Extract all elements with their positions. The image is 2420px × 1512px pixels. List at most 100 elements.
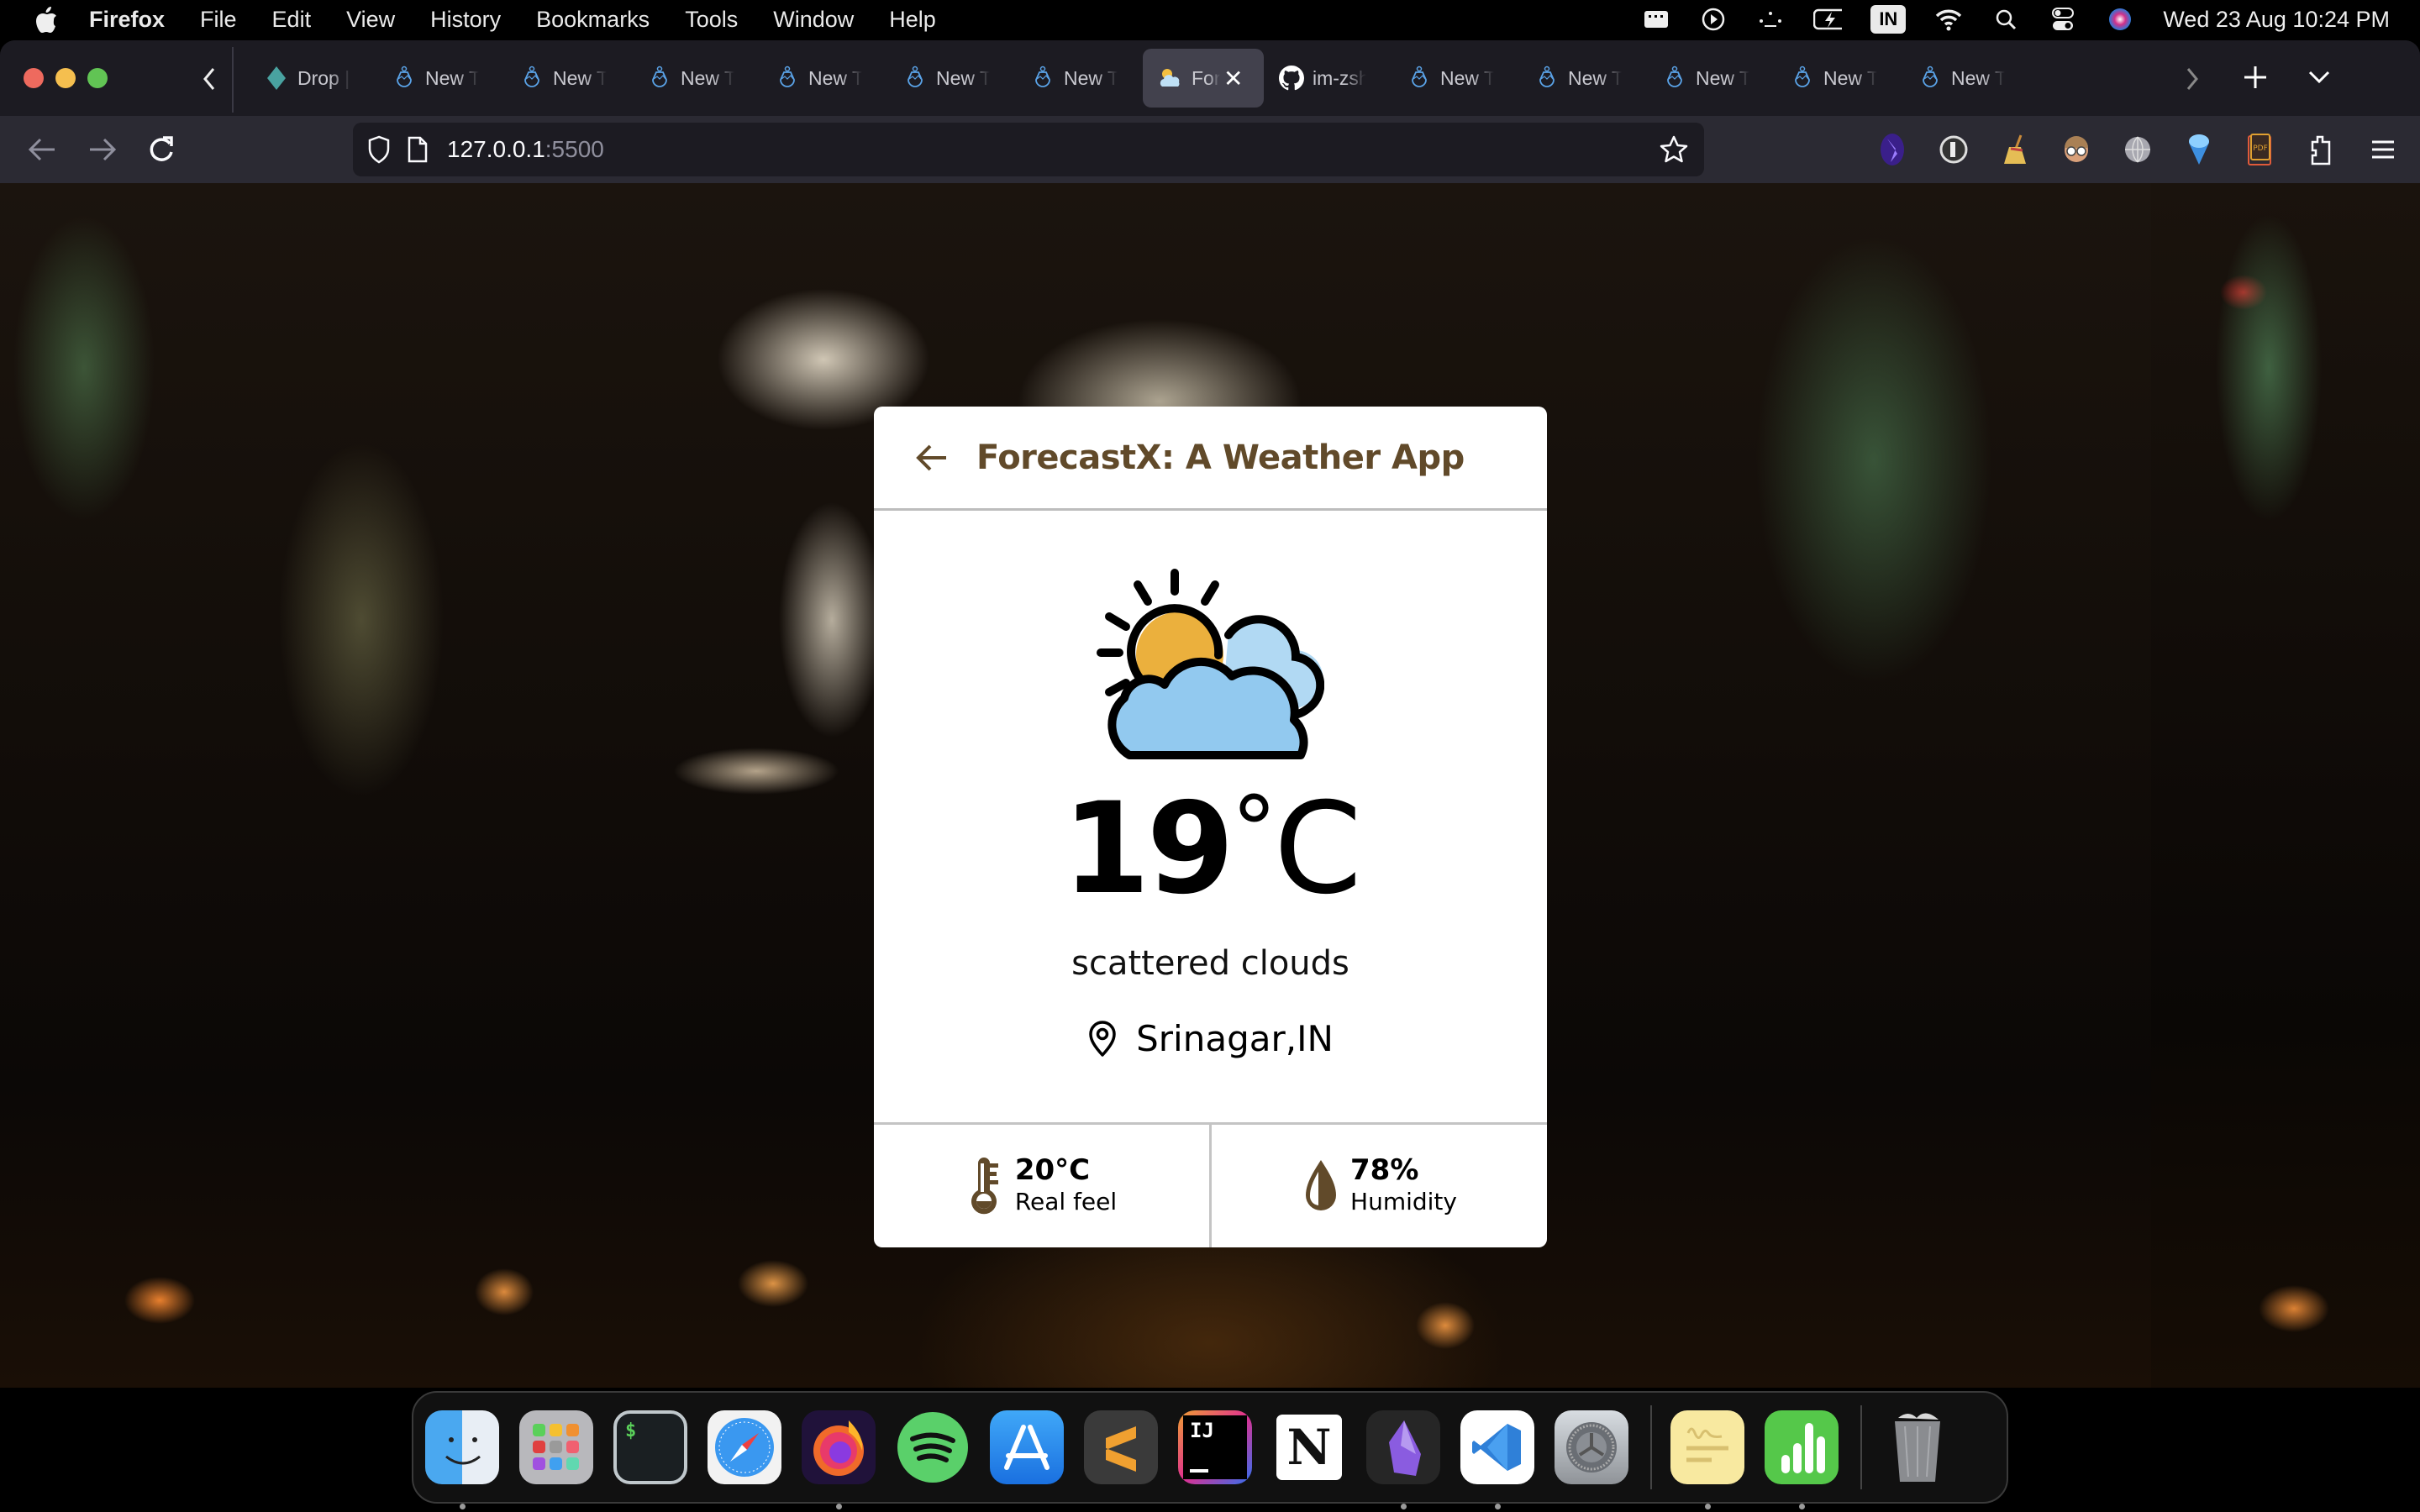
dock-firefox[interactable] bbox=[802, 1410, 876, 1509]
tab[interactable]: New Tab bbox=[1015, 49, 1143, 108]
finder-face-icon bbox=[445, 1437, 481, 1465]
back-arrow-button[interactable] bbox=[914, 440, 950, 475]
tab[interactable]: New Tab bbox=[887, 49, 1015, 108]
menu-file[interactable]: File bbox=[200, 7, 237, 33]
reload-button[interactable] bbox=[143, 131, 180, 168]
menu-window[interactable]: Window bbox=[773, 7, 854, 33]
dock-obsidian[interactable] bbox=[1366, 1410, 1440, 1509]
humidity-stat: 78% Humidity bbox=[1209, 1125, 1547, 1247]
tab[interactable]: New Tab bbox=[1775, 49, 1902, 108]
tab[interactable]: New Tab bbox=[504, 49, 632, 108]
close-tab-icon[interactable]: ✕ bbox=[1223, 65, 1243, 92]
window-controls bbox=[24, 68, 108, 88]
tab[interactable]: Drop | bbox=[249, 49, 376, 108]
weather-description: scattered clouds bbox=[1071, 944, 1349, 983]
dock-stickies[interactable] bbox=[1670, 1410, 1744, 1509]
tab-active-forecastx[interactable]: ForecastX ✕ bbox=[1143, 49, 1264, 108]
new-tab-icon bbox=[392, 66, 417, 91]
firefox-window: Drop | New Tab New Tab New Tab New Tab N… bbox=[0, 40, 2420, 1388]
spotlight-search-icon[interactable] bbox=[1991, 5, 2020, 34]
new-tab-icon bbox=[519, 66, 544, 91]
tab[interactable]: New Tab bbox=[1519, 49, 1647, 108]
dock-numbers[interactable] bbox=[1765, 1410, 1839, 1509]
face-glasses-ext-icon[interactable] bbox=[2060, 129, 2093, 170]
menu-edit[interactable]: Edit bbox=[272, 7, 312, 33]
dropbox-diamond-icon bbox=[264, 66, 289, 91]
dock-notion[interactable]: N bbox=[1272, 1410, 1346, 1484]
dock-terminal[interactable]: $ bbox=[613, 1410, 687, 1484]
hamburger-menu-icon[interactable] bbox=[2366, 129, 2400, 170]
url-bar[interactable]: 127.0.0.1:5500 bbox=[353, 123, 1704, 176]
list-all-tabs-button[interactable] bbox=[2302, 60, 2336, 94]
menu-help[interactable]: Help bbox=[889, 7, 936, 33]
input-source-icon[interactable]: IN bbox=[1870, 5, 1907, 34]
card-header: ForecastX: A Weather App bbox=[874, 407, 1547, 511]
dock-finder[interactable] bbox=[425, 1410, 499, 1509]
dock-vscode[interactable] bbox=[1460, 1410, 1534, 1509]
github-icon bbox=[1279, 66, 1304, 91]
bookmark-star-icon[interactable] bbox=[1659, 134, 1689, 165]
control-center-icon[interactable] bbox=[2049, 5, 2077, 34]
wifi-icon[interactable] bbox=[1934, 5, 1963, 34]
tab[interactable]: im-zsh bbox=[1264, 49, 1392, 108]
menu-bookmarks[interactable]: Bookmarks bbox=[536, 7, 650, 33]
tab-title: ForecastX bbox=[1192, 66, 1220, 89]
play-circle-icon[interactable] bbox=[1699, 5, 1728, 34]
page-info-icon[interactable] bbox=[405, 134, 430, 165]
tab-scroll-right-button[interactable] bbox=[2178, 62, 2207, 96]
back-button[interactable] bbox=[24, 131, 60, 168]
tab-title: New Tab bbox=[1568, 66, 1622, 89]
globe-ext-icon[interactable] bbox=[2121, 129, 2154, 170]
dots-icon[interactable] bbox=[1756, 5, 1785, 34]
minimize-window-button[interactable] bbox=[55, 68, 76, 88]
tab-scroll-left-button[interactable] bbox=[195, 62, 224, 96]
apple-menu-icon[interactable] bbox=[32, 4, 60, 34]
new-tab-icon bbox=[1662, 66, 1687, 91]
tab-bar: Drop | New Tab New Tab New Tab New Tab N… bbox=[0, 40, 2420, 116]
dock-separator bbox=[1650, 1405, 1652, 1489]
tab[interactable]: New Tab bbox=[376, 49, 504, 108]
humidity-text: 78% Humidity bbox=[1350, 1154, 1457, 1217]
safari-compass-icon bbox=[715, 1418, 774, 1477]
menu-history[interactable]: History bbox=[430, 7, 501, 33]
blue-pin-ext-icon[interactable] bbox=[2182, 129, 2216, 170]
intellij-logo-icon: IJ bbox=[1183, 1415, 1247, 1479]
dock-system-settings[interactable] bbox=[1555, 1410, 1628, 1484]
dock-launchpad[interactable] bbox=[519, 1410, 593, 1484]
url-text[interactable]: 127.0.0.1:5500 bbox=[447, 136, 604, 163]
tab[interactable]: New Tab bbox=[1902, 49, 2030, 108]
dock-spotify[interactable] bbox=[896, 1410, 970, 1484]
privacy-badger-ext-icon[interactable] bbox=[1937, 129, 1970, 170]
menu-view[interactable]: View bbox=[346, 7, 395, 33]
new-tab-button[interactable] bbox=[2238, 60, 2272, 94]
extensions-puzzle-icon[interactable] bbox=[2305, 129, 2338, 170]
dock-app-store[interactable] bbox=[990, 1410, 1064, 1484]
tab[interactable]: New Tab bbox=[632, 49, 760, 108]
battery-charging-icon[interactable] bbox=[1813, 5, 1843, 34]
tab[interactable]: New Tab bbox=[1392, 49, 1519, 108]
running-indicator bbox=[460, 1504, 466, 1509]
dock-safari[interactable] bbox=[708, 1410, 781, 1484]
running-indicator bbox=[1799, 1504, 1805, 1509]
gear-icon bbox=[1566, 1422, 1617, 1473]
menu-bar-clock[interactable]: Wed 23 Aug 10:24 PM bbox=[2163, 7, 2390, 33]
zoom-window-button[interactable] bbox=[87, 68, 108, 88]
siri-icon[interactable] bbox=[2106, 5, 2134, 34]
close-window-button[interactable] bbox=[24, 68, 44, 88]
pdf-ext-icon[interactable]: PDF bbox=[2244, 129, 2277, 170]
real-feel-label: Real feel bbox=[1014, 1187, 1118, 1215]
purple-crystal-ext-icon[interactable] bbox=[1876, 129, 1909, 170]
broom-ext-icon[interactable] bbox=[1998, 129, 2032, 170]
new-tab-icon bbox=[1918, 66, 1943, 91]
keyboard-icon[interactable] bbox=[1642, 5, 1670, 34]
dock-sublime-text[interactable] bbox=[1084, 1410, 1158, 1484]
shield-icon[interactable] bbox=[366, 134, 392, 165]
menu-firefox[interactable]: Firefox bbox=[89, 7, 165, 33]
dock-trash[interactable] bbox=[1881, 1410, 1954, 1484]
tab[interactable]: New Tab bbox=[760, 49, 887, 108]
dock-intellij[interactable]: IJ bbox=[1178, 1410, 1252, 1484]
menu-tools[interactable]: Tools bbox=[685, 7, 738, 33]
url-port: :5500 bbox=[544, 136, 604, 162]
forward-button[interactable] bbox=[84, 131, 121, 168]
tab[interactable]: New Tab bbox=[1647, 49, 1775, 108]
